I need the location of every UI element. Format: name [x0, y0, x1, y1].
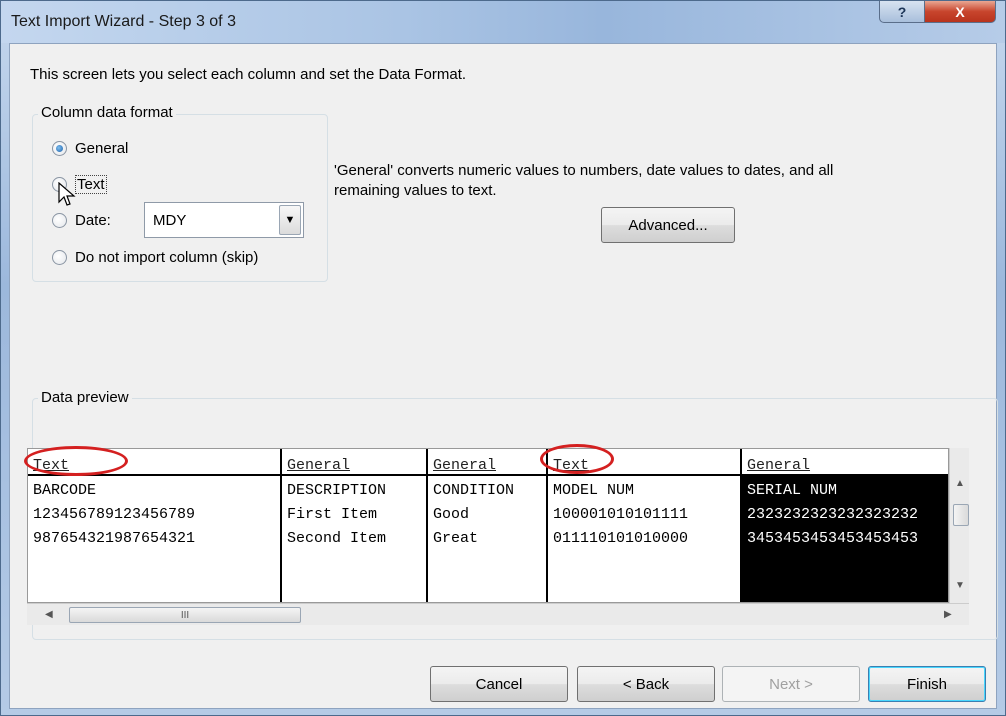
mouse-cursor-icon — [58, 182, 76, 206]
finish-button[interactable]: Finish — [868, 666, 986, 702]
cancel-button-label: Cancel — [475, 675, 523, 693]
dialog-body: This screen lets you select each column … — [9, 43, 998, 709]
advanced-button-label: Advanced... — [628, 216, 708, 234]
table-cell: 100001010101111 — [553, 506, 689, 523]
grip-icon: III — [180, 609, 190, 621]
column-format-header: General — [433, 457, 497, 474]
preview-column-3[interactable]: General CONDITION Good Great — [426, 449, 546, 602]
radio-date-icon[interactable] — [52, 213, 67, 228]
format-description-line2: remaining values to text. — [334, 182, 497, 199]
scroll-down-icon[interactable]: ▼ — [955, 580, 965, 591]
annotation-oval — [24, 446, 128, 476]
annotation-oval — [540, 444, 614, 474]
scroll-left-icon[interactable]: ◀ — [45, 609, 53, 620]
column-format-header: General — [287, 457, 351, 474]
format-description: 'General' converts numeric values to num… — [334, 161, 833, 201]
table-cell: 011110101010000 — [553, 530, 689, 547]
format-description-line1: 'General' converts numeric values to num… — [334, 162, 834, 179]
radio-date[interactable]: Date: — [52, 212, 111, 229]
scroll-up-icon[interactable]: ▲ — [955, 478, 965, 489]
vertical-scroll-thumb[interactable] — [953, 504, 969, 526]
radio-skip-label: Do not import column (skip) — [75, 249, 259, 266]
close-icon: X — [955, 3, 965, 20]
table-cell: Good — [433, 506, 470, 523]
column-format-header: General — [747, 457, 811, 474]
table-cell: First Item — [287, 506, 378, 523]
radio-skip-icon[interactable] — [52, 250, 67, 265]
radio-skip[interactable]: Do not import column (skip) — [52, 249, 258, 266]
close-button[interactable]: X — [924, 1, 996, 23]
table-cell: 123456789123456789 — [33, 506, 196, 523]
title-bar[interactable]: Text Import Wizard - Step 3 of 3 ? X — [1, 1, 1005, 43]
header-divider — [28, 474, 948, 476]
table-cell: Second Item — [287, 530, 387, 547]
table-cell: BARCODE — [33, 482, 97, 499]
window-title: Text Import Wizard - Step 3 of 3 — [11, 13, 236, 30]
date-format-value: MDY — [153, 211, 187, 229]
chevron-down-icon[interactable]: ▼ — [279, 205, 301, 235]
data-preview-grid[interactable]: Text BARCODE 123456789123456789 98765432… — [27, 448, 949, 603]
back-button-label: < Back — [622, 675, 670, 693]
help-button[interactable]: ? — [879, 1, 925, 23]
preview-column-2[interactable]: General DESCRIPTION First Item Second It… — [280, 449, 426, 602]
radio-general-label: General — [75, 140, 129, 157]
horizontal-scrollbar[interactable]: ◀ III ▶ — [27, 603, 969, 625]
radio-text-label: Text — [75, 175, 107, 194]
help-icon: ? — [897, 3, 907, 20]
radio-date-label: Date: — [75, 212, 111, 229]
radio-general-icon[interactable] — [52, 141, 67, 156]
table-cell: Great — [433, 530, 479, 547]
vertical-scrollbar[interactable]: ▲ ▼ — [949, 448, 969, 603]
next-button-label: Next > — [769, 675, 813, 693]
horizontal-scroll-thumb[interactable]: III — [69, 607, 301, 623]
cancel-button[interactable]: Cancel — [430, 666, 568, 702]
finish-button-label: Finish — [906, 675, 947, 693]
date-format-select[interactable]: MDY ▼ — [144, 202, 304, 238]
back-button[interactable]: < Back — [577, 666, 715, 702]
advanced-button[interactable]: Advanced... — [601, 207, 735, 243]
column-format-label: Column data format — [38, 104, 176, 121]
table-cell: CONDITION — [433, 482, 515, 499]
intro-text: This screen lets you select each column … — [30, 66, 467, 83]
table-cell: SERIAL NUM — [747, 482, 838, 499]
radio-general[interactable]: General — [52, 140, 128, 157]
table-cell: DESCRIPTION — [287, 482, 387, 499]
table-cell: 987654321987654321 — [33, 530, 196, 547]
dialog-window: Text Import Wizard - Step 3 of 3 ? X Thi… — [0, 0, 1006, 716]
table-cell: 2323232323232323232 — [747, 506, 919, 523]
next-button[interactable]: Next > — [722, 666, 860, 702]
preview-column-5[interactable]: General SERIAL NUM 2323232323232323232 3… — [740, 449, 948, 602]
table-cell: MODEL NUM — [553, 482, 635, 499]
scroll-right-icon[interactable]: ▶ — [944, 609, 952, 620]
data-preview-label: Data preview — [38, 389, 132, 406]
table-cell: 3453453453453453453 — [747, 530, 919, 547]
